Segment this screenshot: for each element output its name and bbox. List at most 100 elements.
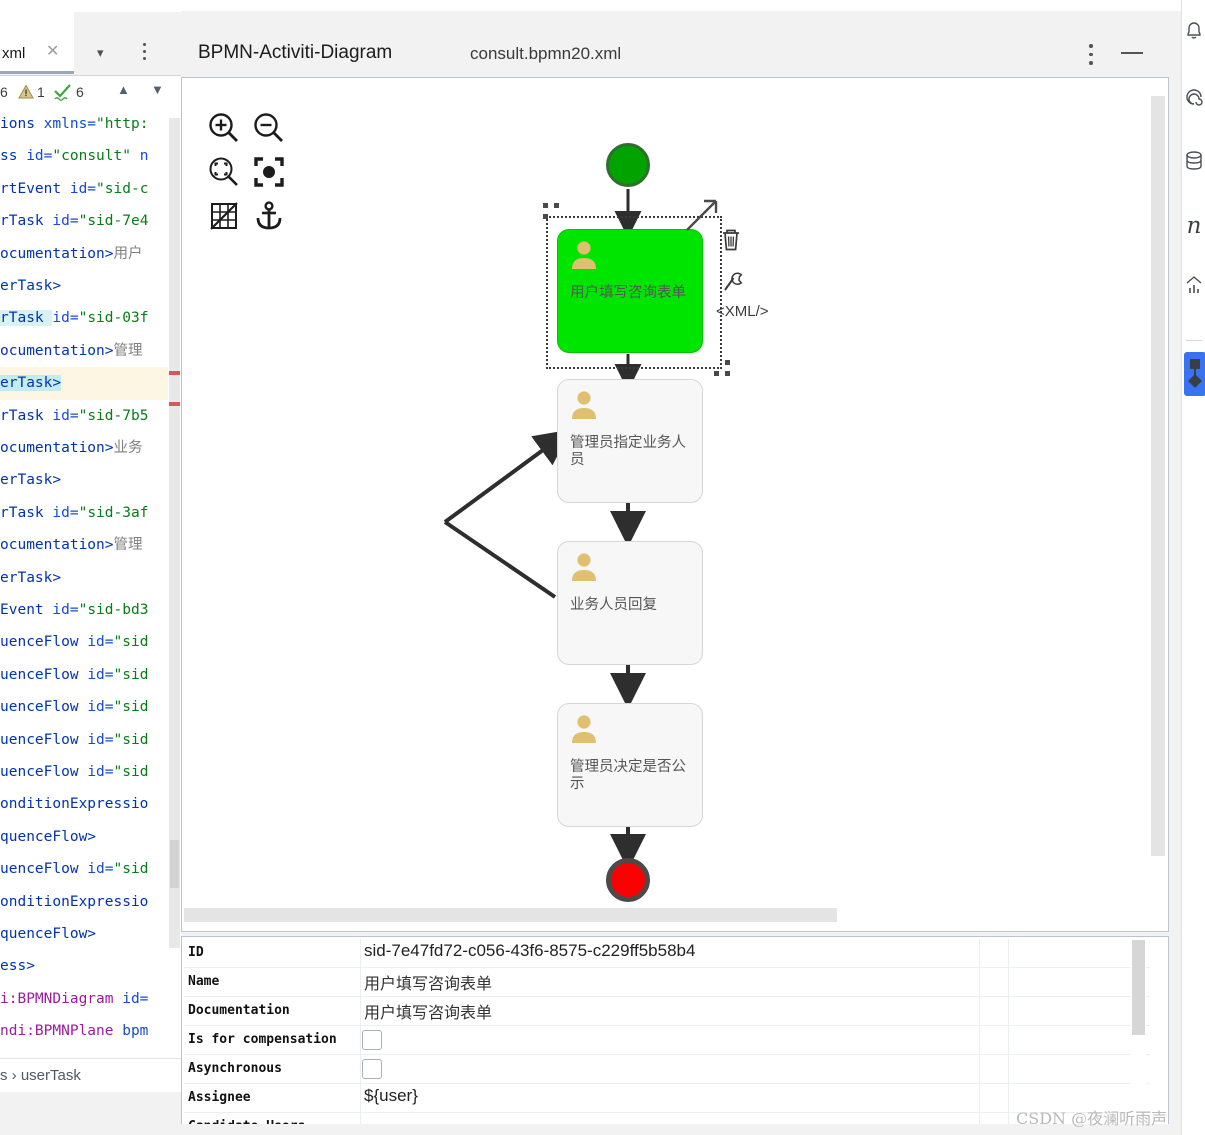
code-line[interactable]: uenceFlow id="sid	[0, 756, 148, 788]
code-line[interactable]: uenceFlow id="sid	[0, 724, 148, 756]
code-line[interactable]: ocumentation>业务	[0, 432, 143, 464]
error-stripe-marker[interactable]	[169, 402, 180, 406]
code-line[interactable]: onditionExpressio	[0, 886, 148, 918]
grid-off-icon[interactable]	[207, 199, 241, 233]
code-token: ess>	[0, 958, 35, 975]
canvas-hscrollbar-thumb[interactable]	[184, 908, 837, 922]
code-line[interactable]: rTask id="sid-03f	[0, 302, 148, 334]
property-checkbox[interactable]	[362, 1030, 382, 1050]
resize-handle[interactable]	[714, 371, 719, 376]
notifications-bell-icon[interactable]	[1182, 20, 1205, 46]
code-line[interactable]: quenceFlow>	[0, 918, 96, 950]
more-vertical-icon[interactable]	[143, 43, 147, 61]
task-node[interactable]: 管理员决定是否公示	[557, 703, 703, 827]
code-line[interactable]: rTask id="sid-7b5	[0, 400, 148, 432]
zoom-actual-icon[interactable]	[252, 155, 286, 189]
task-node[interactable]: 业务人员回复	[557, 541, 703, 665]
property-value[interactable]: 用户填写咨询表单	[364, 970, 492, 994]
code-line[interactable]: erTask>	[0, 464, 61, 496]
chart-up-icon[interactable]	[1182, 275, 1205, 301]
code-line[interactable]: Event id="sid-bd3	[0, 594, 148, 626]
code-token: "http:	[96, 116, 149, 132]
resize-handle[interactable]	[543, 203, 548, 208]
property-key: Documentation	[188, 1003, 290, 1018]
code-token: uenceFlow	[0, 731, 88, 748]
code-line[interactable]: i:BPMNDiagram id=	[0, 983, 148, 1015]
code-line[interactable]: uenceFlow id="sid	[0, 626, 148, 658]
code-line[interactable]: ndi:BPMNPlane bpm	[0, 1015, 148, 1047]
property-checkbox[interactable]	[362, 1059, 382, 1079]
code-line[interactable]: ocumentation>管理	[0, 335, 143, 367]
code-token: ocumentation>	[0, 342, 114, 359]
resize-handle[interactable]	[725, 360, 730, 365]
code-line[interactable]: uenceFlow id="sid	[0, 659, 148, 691]
delete-icon[interactable]	[720, 228, 742, 257]
wrench-icon[interactable]	[721, 269, 743, 298]
zoom-in-icon[interactable]	[207, 111, 241, 145]
minimize-icon[interactable]	[1121, 52, 1143, 54]
canvas-vscrollbar-thumb[interactable]	[1151, 96, 1165, 856]
code-line[interactable]: uenceFlow id="sid	[0, 691, 148, 723]
chevron-down-icon[interactable]: ▼	[151, 82, 164, 97]
chevron-up-icon[interactable]: ▲	[117, 82, 130, 97]
property-row[interactable]: Is for compensation	[184, 1026, 1150, 1055]
code-line[interactable]: ess>	[0, 950, 35, 982]
end-event[interactable]	[606, 858, 650, 902]
code-line[interactable]: rtEvent id="sid-c	[0, 173, 148, 205]
code-line[interactable]: erTask>	[0, 367, 62, 399]
resize-handle[interactable]	[554, 203, 559, 208]
code-line[interactable]: ions xmlns="http:	[0, 108, 148, 140]
code-token: "sid-3af	[78, 504, 149, 521]
xml-label[interactable]: <XML/>	[716, 303, 769, 320]
code-line[interactable]: quenceFlow>	[0, 821, 96, 853]
code-line[interactable]: rTask id="sid-3af	[0, 497, 148, 529]
diagram-canvas[interactable]: 用户填写咨询表单 <XML/> 管理员指定业务人员 业务人员回复 管理员决定是否…	[183, 79, 1149, 907]
resize-handle[interactable]	[725, 371, 730, 376]
code-token: id=	[87, 764, 114, 780]
code-line[interactable]: rTask id="sid-7e4	[0, 205, 148, 237]
more-vertical-icon[interactable]	[1089, 44, 1093, 65]
property-value[interactable]: sid-7e47fd72-c056-43f6-8575-c229ff5b58b4	[364, 941, 695, 961]
coffee-spiral-icon[interactable]	[1182, 87, 1205, 113]
code-line[interactable]: ocumentation>管理	[0, 529, 143, 561]
maven-n-icon[interactable]: n	[1182, 213, 1205, 239]
code-line[interactable]: uenceFlow id="sid	[0, 853, 148, 885]
code-text-area[interactable]: ions xmlns="http: ss id="consult" n rtEven…	[0, 108, 181, 1058]
property-key: Asynchronous	[188, 1061, 282, 1076]
code-line[interactable]: ocumentation>用户	[0, 238, 143, 270]
code-token: id=	[87, 634, 114, 651]
error-stripe-marker[interactable]	[169, 371, 180, 375]
property-row[interactable]: Assignee ${user}	[184, 1084, 1150, 1113]
database-icon[interactable]	[1182, 150, 1205, 176]
property-value[interactable]: 用户填写咨询表单	[364, 999, 492, 1023]
zoom-fit-icon[interactable]	[207, 155, 241, 189]
code-line[interactable]: ss id="consult" n	[0, 140, 148, 172]
code-token: id=	[87, 861, 114, 878]
start-event[interactable]	[606, 143, 650, 187]
code-scrollbar-track[interactable]	[169, 118, 180, 948]
zoom-out-icon[interactable]	[252, 111, 286, 145]
task-node[interactable]: 管理员指定业务人员	[557, 379, 703, 503]
code-line[interactable]: erTask>	[0, 562, 61, 594]
tab-consult-bpmn20-xml[interactable]: consult.bpmn20.xml	[470, 44, 621, 64]
connect-arrow-icon[interactable]	[683, 194, 723, 239]
chevron-down-icon[interactable]: ▾	[97, 45, 104, 61]
property-row[interactable]: ID sid-7e47fd72-c056-43f6-8575-c229ff5b58…	[184, 939, 1150, 968]
property-row[interactable]: Asynchronous	[184, 1055, 1150, 1084]
code-scrollbar-thumb[interactable]	[170, 840, 179, 888]
code-line[interactable]: onditionExpressio	[0, 788, 148, 820]
property-row[interactable]: Documentation 用户填写咨询表单	[184, 997, 1150, 1026]
download-import-icon[interactable]	[1184, 352, 1205, 396]
property-row[interactable]: Name 用户填写咨询表单	[184, 968, 1150, 997]
user-task-icon	[570, 552, 598, 582]
property-value[interactable]: ${user}	[364, 1086, 418, 1106]
editor-tab-xml[interactable]	[0, 12, 74, 74]
resize-handle[interactable]	[543, 214, 548, 219]
code-token: ocumentation>	[0, 537, 114, 554]
properties-scrollbar-thumb[interactable]	[1132, 940, 1145, 1035]
close-icon[interactable]: ✕	[46, 44, 59, 60]
task-node-selected[interactable]: 用户填写咨询表单	[557, 229, 703, 353]
code-line[interactable]: erTask>	[0, 270, 61, 302]
left-panel-footer	[0, 1092, 181, 1135]
anchor-icon[interactable]	[252, 199, 286, 233]
